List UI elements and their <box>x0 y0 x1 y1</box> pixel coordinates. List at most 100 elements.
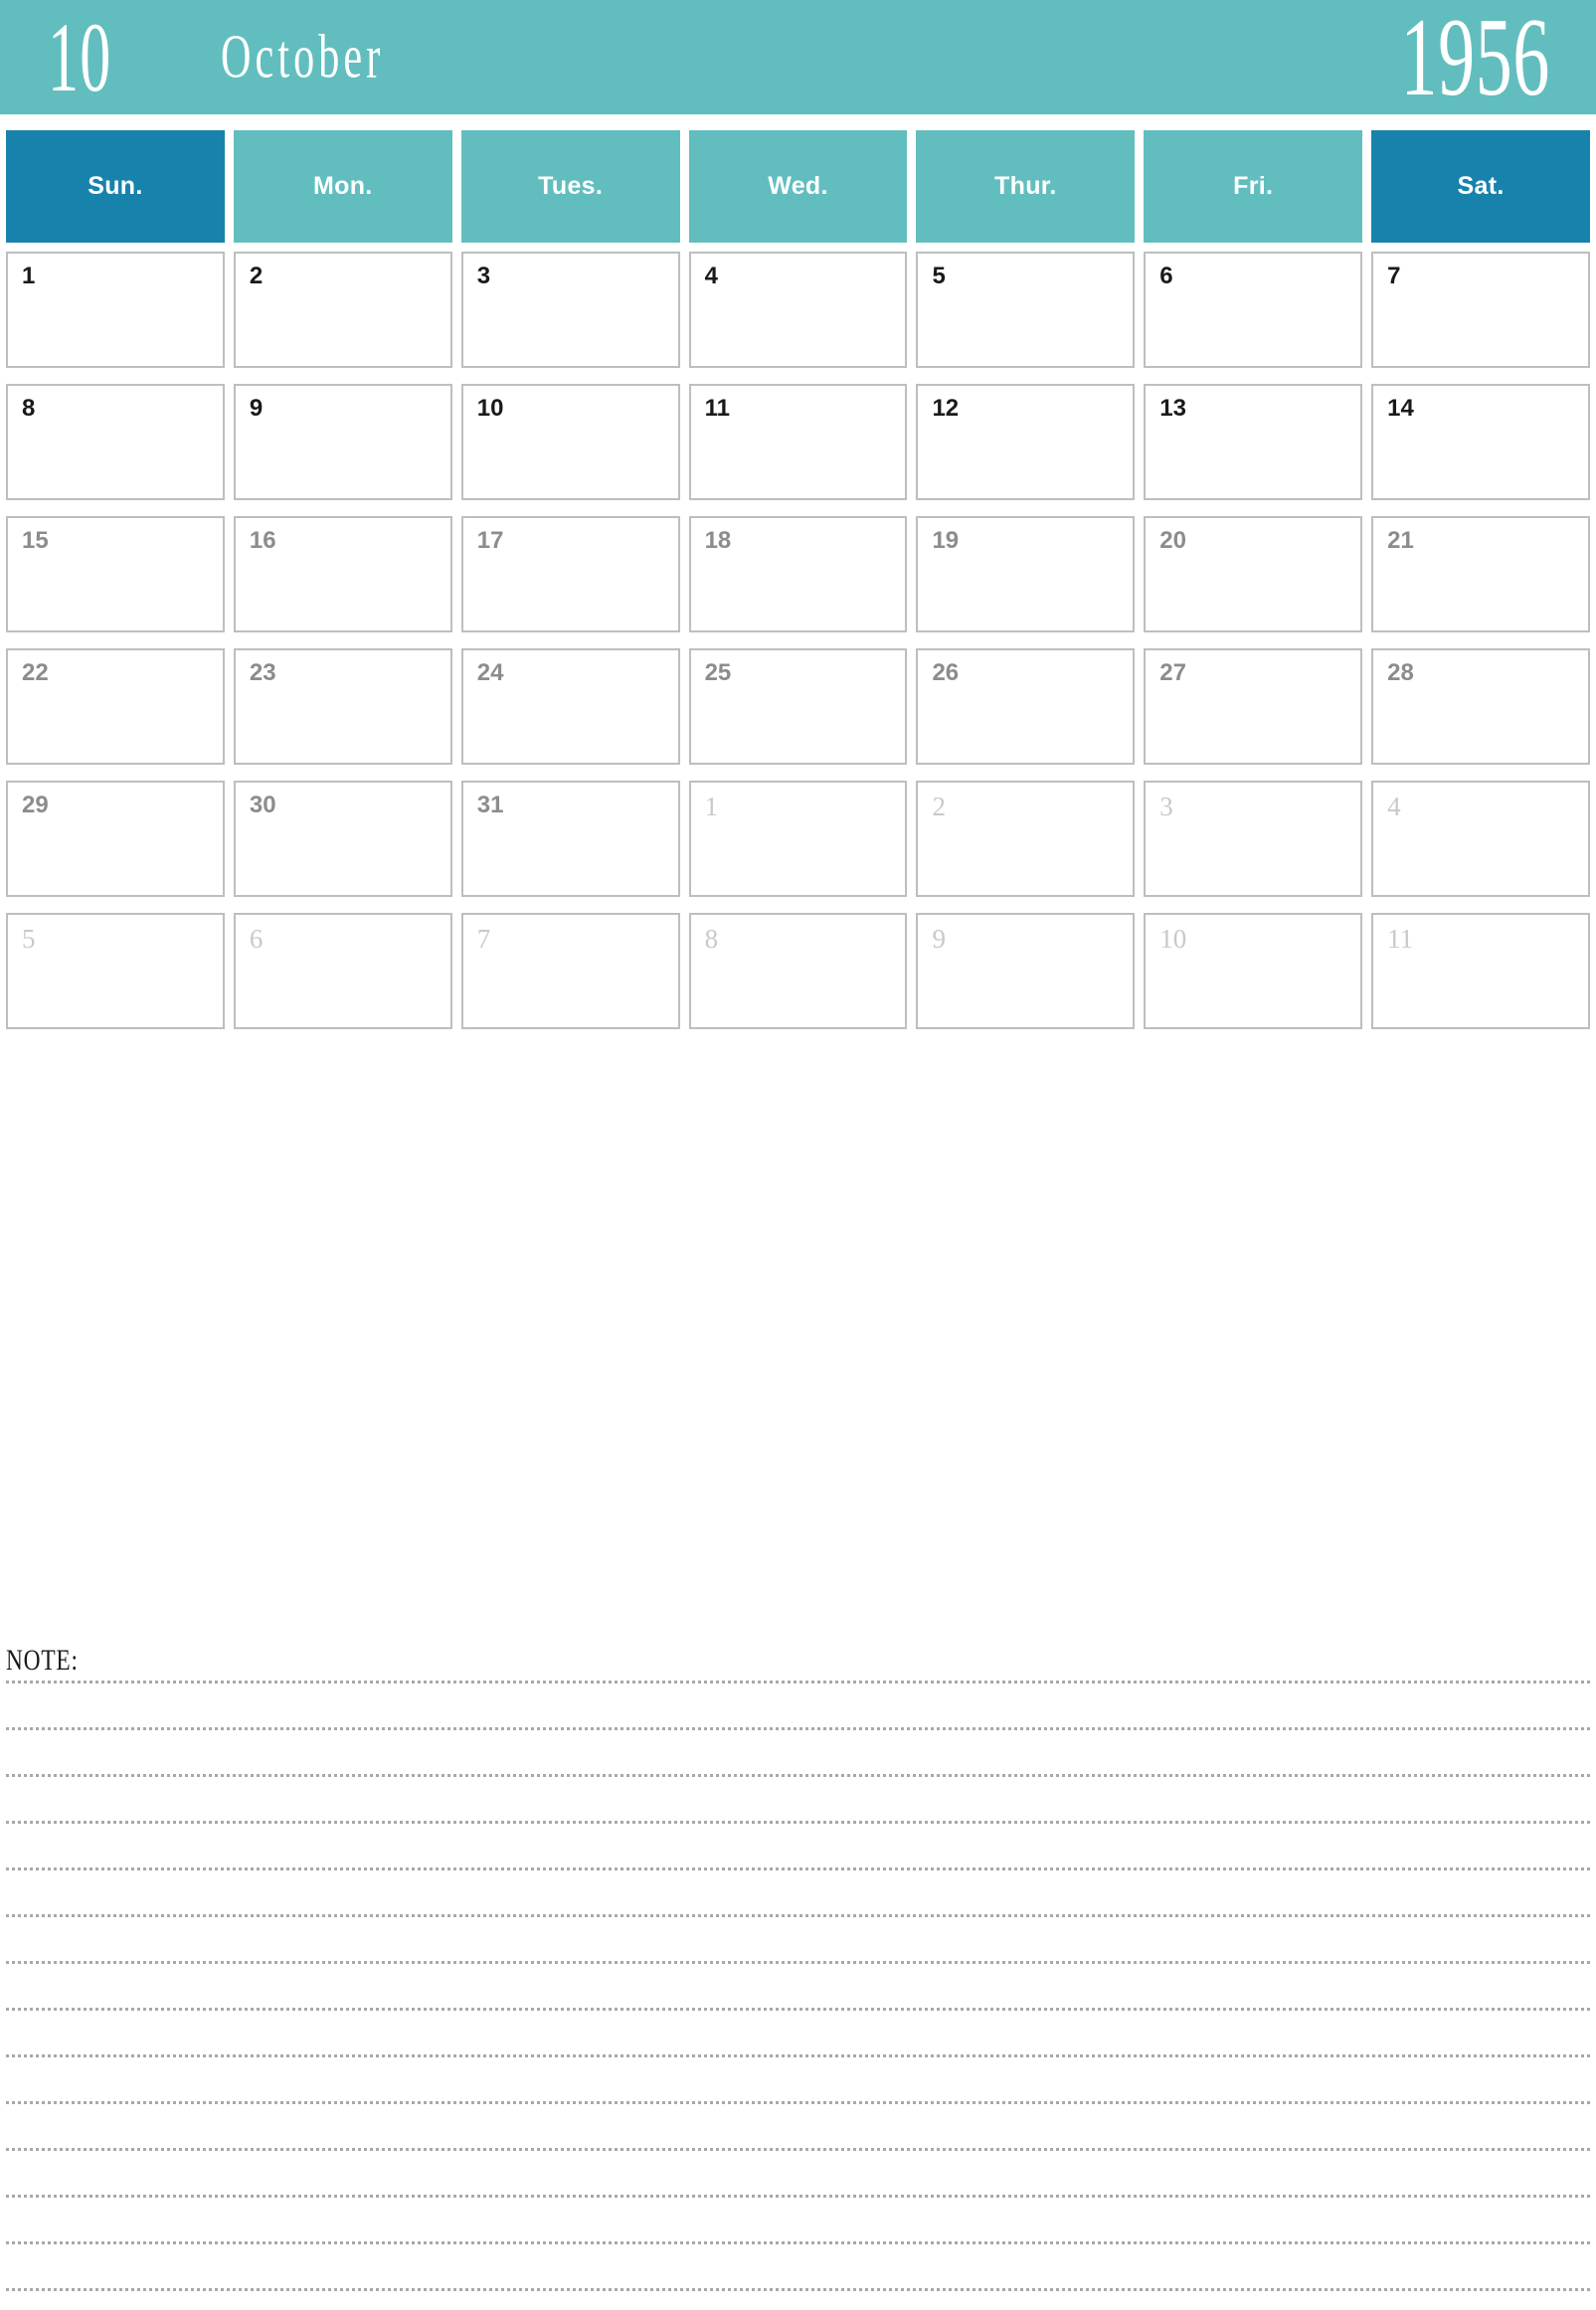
calendar-day-cell[interactable]: 20 <box>1144 516 1363 632</box>
note-line[interactable] <box>6 1961 1590 2008</box>
calendar-day-cell[interactable]: 10 <box>1144 913 1363 1029</box>
calendar-day-cell[interactable]: 19 <box>916 516 1136 632</box>
calendar-grid: Sun. Mon. Tues. Wed. Thur. Fri. Sat. 123456789… <box>6 130 1591 1045</box>
calendar-day-number: 15 <box>22 527 49 554</box>
calendar-day-number: 6 <box>1159 263 1173 289</box>
calendar-week-row: 8 9 10 11 12 13 14 <box>6 384 1591 516</box>
calendar-day-cell[interactable]: 9 <box>233 384 452 500</box>
note-line[interactable] <box>6 1914 1590 1961</box>
calendar-day-number: 3 <box>1159 792 1173 821</box>
calendar-day-cell[interactable]: 21 <box>1371 516 1591 632</box>
calendar-day-cell[interactable]: 4 <box>688 252 908 368</box>
calendar-day-cell[interactable]: 27 <box>1144 648 1363 765</box>
calendar-day-cell[interactable]: 12 <box>916 384 1136 500</box>
calendar-day-cell[interactable]: 1 <box>688 781 908 897</box>
weekday-header-cell: Fri. <box>1144 130 1363 243</box>
calendar-day-cell[interactable]: 8 <box>6 384 225 500</box>
calendar-day-cell[interactable]: 13 <box>1144 384 1363 500</box>
calendar-day-cell[interactable]: 2 <box>916 781 1136 897</box>
calendar-day-cell[interactable]: 9 <box>916 913 1136 1029</box>
calendar-day-cell[interactable]: 28 <box>1371 648 1591 765</box>
note-line[interactable] <box>6 2288 1590 2310</box>
weekday-label: Tues. <box>538 172 604 200</box>
calendar-day-cell[interactable]: 26 <box>916 648 1136 765</box>
note-line[interactable] <box>6 2148 1590 2195</box>
calendar-day-number: 7 <box>476 924 491 954</box>
calendar-day-cell[interactable]: 1 <box>6 252 225 368</box>
calendar-day-number: 28 <box>1387 659 1414 686</box>
calendar-day-cell[interactable]: 5 <box>916 252 1136 368</box>
calendar-day-cell[interactable]: 22 <box>6 648 225 765</box>
calendar-day-cell[interactable]: 11 <box>1371 913 1591 1029</box>
note-line[interactable] <box>6 1867 1590 1914</box>
calendar-day-cell[interactable]: 5 <box>6 913 225 1029</box>
calendar-day-cell[interactable]: 31 <box>460 781 680 897</box>
calendar-day-cell[interactable]: 17 <box>460 516 680 632</box>
calendar-day-cell[interactable]: 7 <box>460 913 680 1029</box>
header-month-name: October <box>221 22 461 92</box>
calendar-day-cell[interactable]: 30 <box>233 781 452 897</box>
calendar-day-number: 13 <box>1159 395 1186 422</box>
note-line[interactable] <box>6 2101 1590 2148</box>
calendar-day-number: 24 <box>476 659 504 686</box>
note-line[interactable] <box>6 2195 1590 2241</box>
calendar-day-number: 29 <box>22 792 49 818</box>
calendar-day-cell[interactable]: 6 <box>1144 252 1363 368</box>
weekday-label: Sun. <box>88 172 143 200</box>
calendar-day-cell[interactable]: 3 <box>1144 781 1363 897</box>
calendar-day-cell[interactable]: 4 <box>1371 781 1591 897</box>
calendar-day-cell[interactable]: 23 <box>233 648 452 765</box>
header-month-number: 10 <box>48 7 151 107</box>
calendar-day-cell[interactable]: 6 <box>233 913 452 1029</box>
calendar-day-number: 30 <box>249 792 276 818</box>
weekday-label: Wed. <box>768 172 828 200</box>
calendar-day-cell[interactable]: 2 <box>233 252 452 368</box>
calendar-day-cell[interactable]: 18 <box>688 516 908 632</box>
calendar-week-row: 5 6 7 8 9 10 11 <box>6 913 1591 1045</box>
note-line[interactable] <box>6 1727 1590 1774</box>
calendar-day-number: 7 <box>1387 263 1401 289</box>
calendar-day-number: 6 <box>249 924 264 954</box>
calendar-day-number: 11 <box>704 395 730 422</box>
calendar-day-number: 5 <box>22 924 36 954</box>
header-month-name-text: October <box>221 23 385 90</box>
calendar-day-number: 14 <box>1387 395 1414 422</box>
calendar-page: 10 October 1956 Sun. Mon. Tues. Wed. Thur. Fr… <box>0 0 1596 2310</box>
calendar-day-cell[interactable]: 29 <box>6 781 225 897</box>
calendar-day-number: 9 <box>932 924 946 954</box>
calendar-day-cell[interactable]: 3 <box>460 252 680 368</box>
calendar-day-cell[interactable]: 11 <box>688 384 908 500</box>
calendar-day-cell[interactable]: 15 <box>6 516 225 632</box>
calendar-day-cell[interactable]: 24 <box>460 648 680 765</box>
calendar-day-number: 20 <box>1159 527 1186 554</box>
note-line[interactable] <box>6 2241 1590 2288</box>
calendar-day-number: 18 <box>704 527 732 554</box>
calendar-day-number: 4 <box>1387 792 1401 821</box>
note-line[interactable] <box>6 1681 1590 1727</box>
note-line[interactable] <box>6 2054 1590 2101</box>
note-section: NOTE: <box>6 1646 1590 2310</box>
note-line[interactable] <box>6 1821 1590 1867</box>
note-line[interactable] <box>6 1774 1590 1821</box>
weekday-label: Thur. <box>994 172 1057 200</box>
weekday-label: Fri. <box>1233 172 1274 200</box>
calendar-day-number: 2 <box>932 792 946 821</box>
calendar-day-number: 27 <box>1159 659 1186 686</box>
weekday-label: Mon. <box>313 172 373 200</box>
note-label-text: NOTE: <box>6 1644 79 1677</box>
weekday-header-cell: Tues. <box>460 130 680 243</box>
calendar-day-cell[interactable]: 25 <box>688 648 908 765</box>
weekday-header-cell: Wed. <box>688 130 908 243</box>
calendar-day-cell[interactable]: 7 <box>1371 252 1591 368</box>
calendar-day-number: 8 <box>704 924 719 954</box>
note-lines[interactable] <box>6 1681 1590 2310</box>
weekday-header-cell: Sun. <box>6 130 225 243</box>
calendar-day-number: 10 <box>1159 924 1187 954</box>
calendar-day-cell[interactable]: 8 <box>688 913 908 1029</box>
weekday-header-row: Sun. Mon. Tues. Wed. Thur. Fri. Sat. <box>6 130 1591 243</box>
note-line[interactable] <box>6 2008 1590 2054</box>
calendar-day-cell[interactable]: 14 <box>1371 384 1591 500</box>
calendar-day-cell[interactable]: 16 <box>233 516 452 632</box>
calendar-day-cell[interactable]: 10 <box>460 384 680 500</box>
calendar-day-number: 1 <box>704 792 719 821</box>
